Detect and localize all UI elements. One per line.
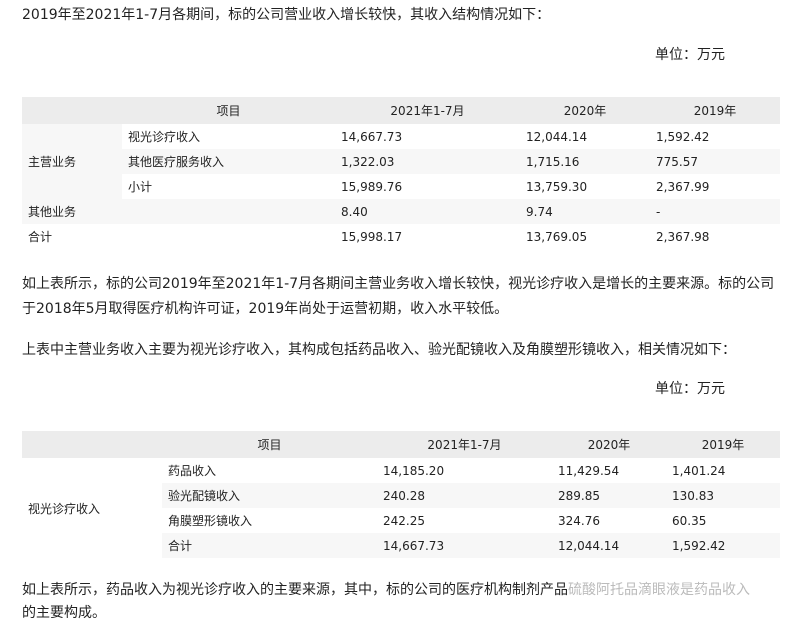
cell-2019: 1,592.42 bbox=[650, 124, 780, 149]
unit-label-2: 单位：万元 bbox=[655, 381, 725, 397]
cell-2021: 8.40 bbox=[335, 199, 520, 224]
row-group-main: 主营业务 bbox=[22, 124, 122, 199]
col-header-2019: 2019年 bbox=[650, 97, 780, 124]
col-header-2019: 2019年 bbox=[666, 431, 780, 458]
cell-2020: 11,429.54 bbox=[552, 458, 666, 483]
row-item: 验光配镜收入 bbox=[162, 483, 377, 508]
table-header-row: 项目 2021年1-7月 2020年 2019年 bbox=[22, 97, 780, 124]
cell-2019: - bbox=[650, 199, 780, 224]
cell-2021: 14,185.20 bbox=[377, 458, 552, 483]
unit-label-1: 单位：万元 bbox=[655, 47, 725, 63]
cell-2020: 12,044.14 bbox=[552, 533, 666, 558]
col-header-item: 项目 bbox=[122, 97, 335, 124]
row-item: 角膜塑形镜收入 bbox=[162, 508, 377, 533]
table-row: 合计 15,998.17 13,769.05 2,367.98 bbox=[22, 224, 780, 249]
col-header-2021: 2021年1-7月 bbox=[377, 431, 552, 458]
cell-2020: 12,044.14 bbox=[520, 124, 650, 149]
row-group-other: 其他业务 bbox=[22, 199, 122, 224]
analysis-paragraph-line1: 如上表所示，标的公司2019年至2021年1-7月各期间主营业务收入增长较快，视… bbox=[22, 276, 775, 292]
table-row: 视光诊疗收入 药品收入 14,185.20 11,429.54 1,401.24 bbox=[22, 458, 780, 558]
conclusion-text: 如上表所示，药品收入为视光诊疗收入的主要来源，其中，标的公司的医疗机构制剂产品 bbox=[22, 582, 568, 598]
conclusion-paragraph-line2: 的主要构成。 bbox=[22, 605, 106, 621]
row-item: 其他医疗服务收入 bbox=[122, 149, 335, 174]
cell-2019: 2,367.98 bbox=[650, 224, 780, 249]
obscured-text: 硫酸阿托品滴眼液是药品收入 bbox=[568, 582, 750, 598]
revenue-structure-table: 项目 2021年1-7月 2020年 2019年 主营业务 视光诊疗收入 14,… bbox=[22, 97, 780, 249]
table-row: 主营业务 视光诊疗收入 14,667.73 12,044.14 1,592.42 bbox=[22, 124, 780, 199]
cell-2019: 2,367.99 bbox=[650, 174, 780, 199]
cell-2019: 60.35 bbox=[666, 508, 780, 533]
table-row: 其他医疗服务收入 1,322.03 1,715.16 775.57 bbox=[22, 149, 780, 174]
cell-2020: 9.74 bbox=[520, 199, 650, 224]
cell-2021: 15,998.17 bbox=[335, 224, 520, 249]
col-header-2021: 2021年1-7月 bbox=[335, 97, 520, 124]
row-group-optometry: 视光诊疗收入 bbox=[22, 458, 162, 558]
col-header-2020: 2020年 bbox=[552, 431, 666, 458]
cell-2020: 1,715.16 bbox=[520, 149, 650, 174]
cell-2021: 14,667.73 bbox=[377, 533, 552, 558]
cell-2019: 775.57 bbox=[650, 149, 780, 174]
cell-2020: 289.85 bbox=[552, 483, 666, 508]
row-item: 小计 bbox=[122, 174, 335, 199]
row-item: 视光诊疗收入 bbox=[122, 124, 335, 149]
cell-2020: 324.76 bbox=[552, 508, 666, 533]
row-item: 合计 bbox=[162, 533, 377, 558]
row-total: 合计 bbox=[22, 224, 122, 249]
col-header-2020: 2020年 bbox=[520, 97, 650, 124]
cell-2021: 15,989.76 bbox=[335, 174, 520, 199]
cell-2019: 1,401.24 bbox=[666, 458, 780, 483]
table-row: 小计 15,989.76 13,759.30 2,367.99 bbox=[22, 174, 780, 199]
cell-2019: 130.83 bbox=[666, 483, 780, 508]
col-header-item: 项目 bbox=[162, 431, 377, 458]
row-item: 药品收入 bbox=[162, 458, 377, 483]
cell-2021: 242.25 bbox=[377, 508, 552, 533]
cell-2019: 1,592.42 bbox=[666, 533, 780, 558]
conclusion-paragraph-line1: 如上表所示，药品收入为视光诊疗收入的主要来源，其中，标的公司的医疗机构制剂产品硫… bbox=[22, 578, 750, 602]
cell-2021: 1,322.03 bbox=[335, 149, 520, 174]
cell-2020: 13,759.30 bbox=[520, 174, 650, 199]
cell-2021: 14,667.73 bbox=[335, 124, 520, 149]
cell-2020: 13,769.05 bbox=[520, 224, 650, 249]
optometry-revenue-table: 项目 2021年1-7月 2020年 2019年 视光诊疗收入 药品收入 14,… bbox=[22, 431, 780, 558]
table-row: 其他业务 8.40 9.74 - bbox=[22, 199, 780, 224]
cell-2021: 240.28 bbox=[377, 483, 552, 508]
intro-paragraph: 2019年至2021年1-7月各期间，标的公司营业收入增长较快，其收入结构情况如… bbox=[22, 7, 551, 23]
composition-paragraph: 上表中主营业务收入主要为视光诊疗收入，其构成包括药品收入、验光配镜收入及角膜塑形… bbox=[22, 342, 736, 358]
table-header-row: 项目 2021年1-7月 2020年 2019年 bbox=[22, 431, 780, 458]
analysis-paragraph-line2: 于2018年5月取得医疗机构许可证，2019年尚处于运营初期，收入水平较低。 bbox=[22, 301, 509, 317]
